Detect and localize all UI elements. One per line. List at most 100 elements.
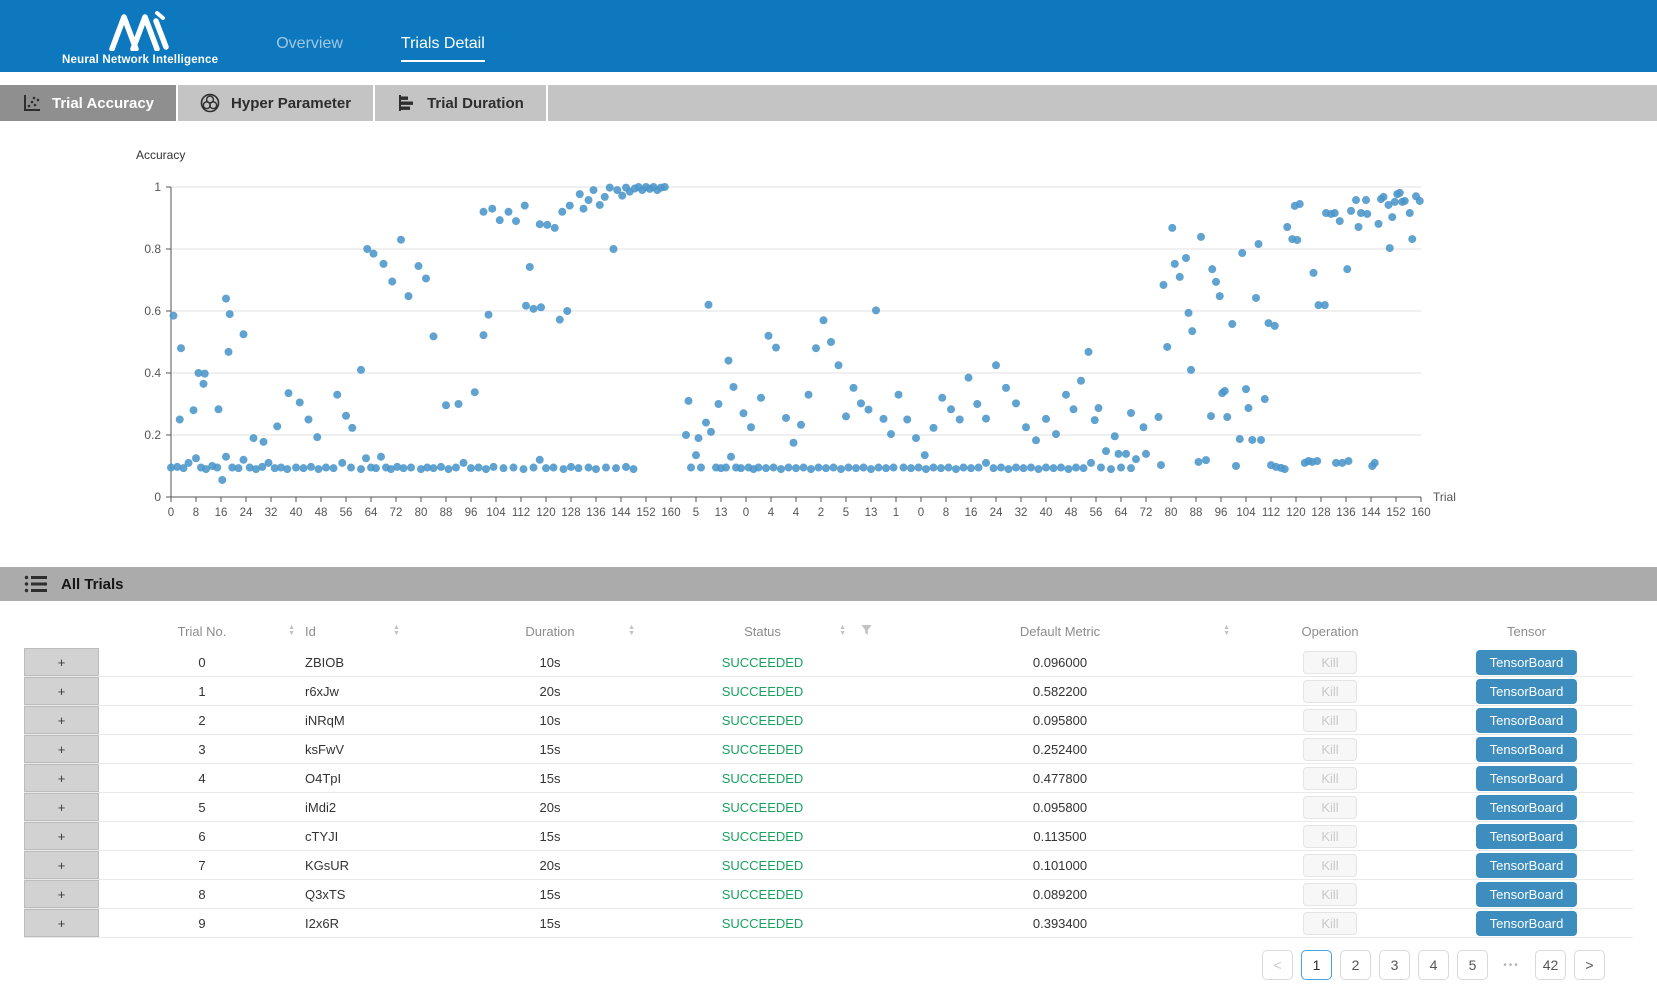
- svg-text:160: 160: [1411, 507, 1430, 519]
- pagination-page-2[interactable]: 2: [1340, 950, 1371, 980]
- kill-button[interactable]: Kill: [1303, 738, 1356, 761]
- default-metric-cell: 0.096000: [880, 655, 1240, 670]
- expand-row-button[interactable]: +: [24, 648, 99, 676]
- kill-button[interactable]: Kill: [1303, 680, 1356, 703]
- trial-id-cell: O4TpI: [305, 771, 455, 786]
- expand-row-button[interactable]: +: [24, 880, 99, 908]
- svg-text:144: 144: [1361, 507, 1381, 519]
- svg-text:80: 80: [1165, 507, 1178, 519]
- trial-no-cell: 0: [99, 655, 305, 670]
- sort-arrows-icon[interactable]: ▲▼: [839, 625, 846, 637]
- expand-row-button[interactable]: +: [24, 735, 99, 763]
- status-cell: SUCCEEDED: [645, 771, 880, 786]
- trial-no-cell: 2: [99, 713, 305, 728]
- default-metric-cell: 0.095800: [880, 800, 1240, 815]
- pagination-page-5[interactable]: 5: [1457, 950, 1488, 980]
- svg-text:136: 136: [1336, 507, 1355, 519]
- svg-text:5: 5: [693, 507, 699, 519]
- expand-row-button[interactable]: +: [24, 706, 99, 734]
- nav-tab-overview[interactable]: Overview: [276, 35, 343, 62]
- pagination-page-3[interactable]: 3: [1379, 950, 1410, 980]
- tensorboard-button[interactable]: TensorBoard: [1476, 882, 1578, 907]
- pagination-page-42[interactable]: 42: [1535, 950, 1566, 980]
- duration-cell: 10s: [455, 713, 645, 728]
- svg-text:1: 1: [893, 507, 899, 519]
- table-row: + 9 I2x6R 15s SUCCEEDED 0.393400 Kill Te…: [24, 909, 1633, 938]
- svg-text:72: 72: [390, 507, 403, 519]
- tensorboard-button[interactable]: TensorBoard: [1476, 650, 1578, 675]
- trial-no-cell: 5: [99, 800, 305, 815]
- pagination-prev-button[interactable]: <: [1262, 950, 1293, 980]
- pagination-page-1[interactable]: 1: [1301, 950, 1332, 980]
- duration-cell: 20s: [455, 858, 645, 873]
- trial-id-cell: r6xJw: [305, 684, 455, 699]
- column-label: Default Metric: [1020, 624, 1100, 639]
- kill-button[interactable]: Kill: [1303, 767, 1356, 790]
- tensorboard-button[interactable]: TensorBoard: [1476, 795, 1578, 820]
- kill-button[interactable]: Kill: [1303, 651, 1356, 674]
- expand-row-button[interactable]: +: [24, 822, 99, 850]
- tensorboard-button[interactable]: TensorBoard: [1476, 824, 1578, 849]
- table-body: + 0 ZBIOB 10s SUCCEEDED 0.096000 Kill Te…: [24, 648, 1633, 938]
- expand-row-button[interactable]: +: [24, 764, 99, 792]
- table-header-row: Trial No.▲▼Id▲▼Duration▲▼Status▲▼Default…: [24, 614, 1633, 648]
- tab-trial-duration[interactable]: Trial Duration: [375, 85, 548, 121]
- sort-arrows-icon[interactable]: ▲▼: [628, 625, 635, 637]
- trial-id-cell: ZBIOB: [305, 655, 455, 670]
- all-trials-title: All Trials: [61, 576, 124, 593]
- sort-arrows-icon[interactable]: ▲▼: [288, 625, 295, 637]
- list-icon: [24, 574, 48, 594]
- trial-id-cell: iMdi2: [305, 800, 455, 815]
- svg-text:112: 112: [1262, 507, 1280, 519]
- svg-text:0.4: 0.4: [144, 366, 161, 380]
- default-metric-cell: 0.252400: [880, 742, 1240, 757]
- tensorboard-button[interactable]: TensorBoard: [1476, 737, 1578, 762]
- expand-row-button[interactable]: +: [24, 909, 99, 937]
- tensorboard-button[interactable]: TensorBoard: [1476, 853, 1578, 878]
- trial-no-cell: 8: [99, 887, 305, 902]
- svg-text:64: 64: [1115, 507, 1128, 519]
- tensorboard-button[interactable]: TensorBoard: [1476, 708, 1578, 733]
- trial-no-cell: 7: [99, 858, 305, 873]
- table-row: + 0 ZBIOB 10s SUCCEEDED 0.096000 Kill Te…: [24, 648, 1633, 677]
- expand-row-button[interactable]: +: [24, 851, 99, 879]
- expand-row-button[interactable]: +: [24, 793, 99, 821]
- kill-button[interactable]: Kill: [1303, 912, 1356, 935]
- filter-funnel-icon[interactable]: [861, 624, 872, 639]
- pagination-ellipsis[interactable]: •••: [1496, 950, 1527, 980]
- sort-arrows-icon[interactable]: ▲▼: [1223, 625, 1230, 637]
- status-cell: SUCCEEDED: [645, 800, 880, 815]
- pagination-page-4[interactable]: 4: [1418, 950, 1449, 980]
- svg-text:8: 8: [193, 507, 199, 519]
- tab-label: Trial Accuracy: [52, 95, 154, 112]
- expand-row-button[interactable]: +: [24, 677, 99, 705]
- tensorboard-button[interactable]: TensorBoard: [1476, 679, 1578, 704]
- kill-button[interactable]: Kill: [1303, 796, 1356, 819]
- trial-no-cell: 9: [99, 916, 305, 931]
- kill-button[interactable]: Kill: [1303, 854, 1356, 877]
- nav-tab-trials-detail[interactable]: Trials Detail: [401, 35, 485, 62]
- duration-cell: 20s: [455, 684, 645, 699]
- svg-text:144: 144: [611, 507, 631, 519]
- svg-text:160: 160: [661, 507, 680, 519]
- tensorboard-button[interactable]: TensorBoard: [1476, 766, 1578, 791]
- tensorboard-button[interactable]: TensorBoard: [1476, 911, 1578, 936]
- brand-text: Neural Network Intelligence: [62, 54, 218, 66]
- svg-text:24: 24: [240, 507, 253, 519]
- svg-text:104: 104: [486, 507, 506, 519]
- kill-button[interactable]: Kill: [1303, 883, 1356, 906]
- status-cell: SUCCEEDED: [645, 829, 880, 844]
- status-cell: SUCCEEDED: [645, 887, 880, 902]
- kill-button[interactable]: Kill: [1303, 709, 1356, 732]
- tab-trial-accuracy[interactable]: Trial Accuracy: [0, 85, 178, 121]
- column-label: Id: [305, 624, 316, 639]
- nav-links: Overview Trials Detail: [276, 35, 485, 72]
- kill-button[interactable]: Kill: [1303, 825, 1356, 848]
- pagination-next-button[interactable]: >: [1574, 950, 1605, 980]
- svg-text:0: 0: [918, 507, 924, 519]
- table-row: + 4 O4TpI 15s SUCCEEDED 0.477800 Kill Te…: [24, 764, 1633, 793]
- tab-hyper-parameter[interactable]: Hyper Parameter: [178, 85, 375, 121]
- svg-text:16: 16: [965, 507, 978, 519]
- accuracy-chart-section: Accuracy 00.20.40.60.8108162432404856647…: [0, 121, 1657, 567]
- sort-arrows-icon[interactable]: ▲▼: [393, 625, 400, 637]
